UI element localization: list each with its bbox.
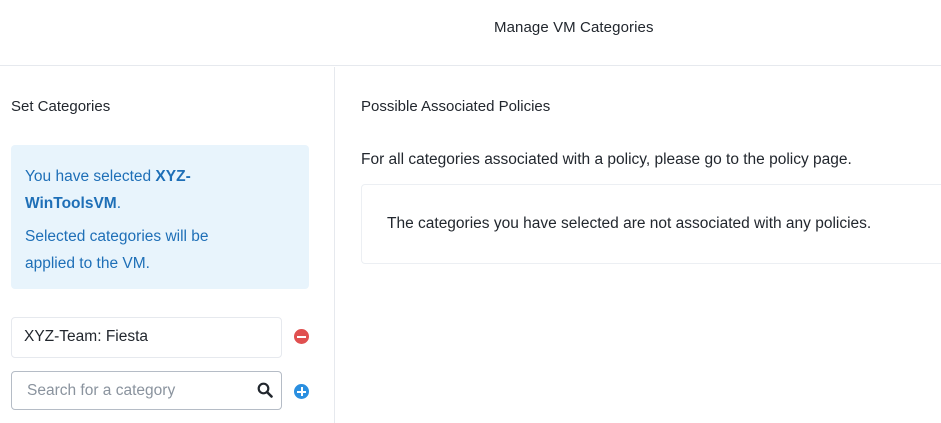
search-icon[interactable] [257,382,273,398]
policy-empty-message: The categories you have selected are not… [387,215,872,232]
category-search-input[interactable] [12,372,247,409]
minus-circle-icon[interactable] [294,329,309,344]
info-line-3: Selected categories will be [25,228,209,245]
category-item-label: XYZ-Team: Fiesta [24,328,149,345]
category-search-box[interactable] [11,371,282,410]
info-line-2: WinToolsVM. [25,195,122,212]
info-line-1: You have selected XYZ- [25,168,191,185]
dialog-header: Manage VM Categories [0,0,941,66]
plus-circle-icon[interactable] [294,384,309,399]
category-item: XYZ-Team: Fiesta [11,317,282,358]
selection-info-box: You have selected XYZ- WinToolsVM. Selec… [11,145,309,289]
set-categories-title: Set Categories [11,98,111,115]
associated-policies-panel: Possible Associated Policies For all cat… [336,67,941,423]
policy-note: For all categories associated with a pol… [361,151,852,168]
vm-name-part-2: WinToolsVM [25,195,117,212]
dialog-title: Manage VM Categories [494,19,654,36]
associated-policies-title: Possible Associated Policies [361,98,551,115]
vm-name-part-1: XYZ- [155,168,191,185]
policy-list-box: The categories you have selected are not… [361,184,941,264]
info-line-4: applied to the VM. [25,255,150,272]
set-categories-panel: Set Categories You have selected XYZ- Wi… [0,67,335,423]
